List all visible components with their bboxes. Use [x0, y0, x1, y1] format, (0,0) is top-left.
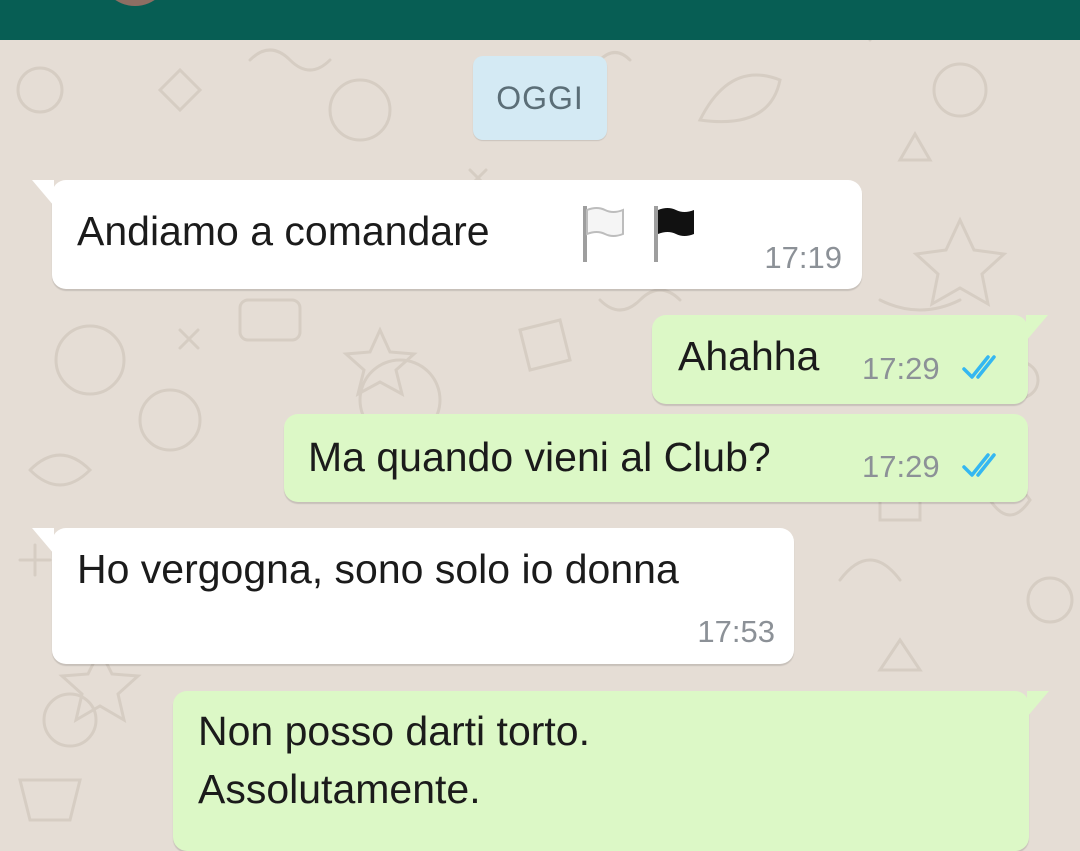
- incoming-message[interactable]: Andiamo a comandare 17:19: [32, 180, 862, 289]
- bubble-tail: [32, 528, 54, 554]
- black-flag-icon: [654, 206, 694, 262]
- chat-header: [0, 0, 1080, 40]
- date-separator-label: OGGI: [496, 79, 584, 116]
- message-text: Ho vergogna, sono solo io donna: [77, 546, 679, 592]
- white-flag-icon: [583, 206, 624, 262]
- outgoing-message[interactable]: Ahahha 17:29: [652, 315, 1048, 404]
- bubble-tail: [32, 180, 54, 206]
- message-time: 17:19: [764, 240, 842, 275]
- message-text: Ma quando vieni al Club?: [308, 434, 771, 480]
- date-separator: OGGI: [473, 56, 607, 140]
- incoming-message[interactable]: Ho vergogna, sono solo io donna 17:53: [32, 528, 794, 664]
- read-receipt-icon: [962, 453, 996, 477]
- message-time: 17:29: [862, 351, 940, 386]
- bubble-tail: [1027, 691, 1049, 717]
- message-text: Non posso darti torto. Assolutamente.: [198, 708, 590, 812]
- bubble-tail: [1026, 315, 1048, 341]
- outgoing-message[interactable]: Non posso darti torto. Assolutamente.: [173, 691, 1049, 851]
- message-text: Ahahha: [678, 333, 820, 379]
- contact-avatar[interactable]: [100, 0, 170, 6]
- outgoing-message[interactable]: Ma quando vieni al Club? 17:29: [284, 414, 1028, 502]
- message-time: 17:53: [697, 614, 775, 649]
- message-time: 17:29: [862, 449, 940, 484]
- read-receipt-icon: [962, 355, 996, 379]
- message-text: Andiamo a comandare: [77, 208, 490, 254]
